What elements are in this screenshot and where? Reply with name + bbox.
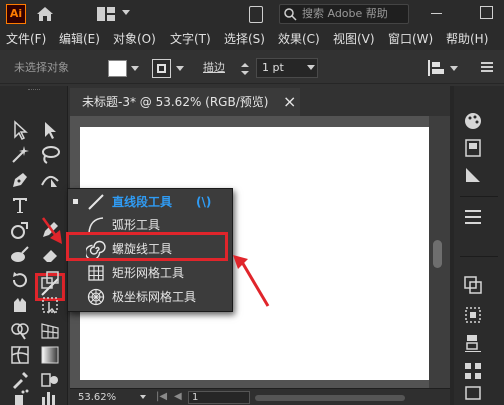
- search-placeholder: 搜索 Adobe 帮助: [302, 7, 388, 20]
- workspace-layout-icon[interactable]: [96, 6, 116, 22]
- curvature-tool-icon[interactable]: [39, 169, 61, 191]
- page-number-field[interactable]: 1: [188, 391, 250, 404]
- shape-builder-tool-icon[interactable]: [9, 319, 31, 341]
- stroke-weight-input[interactable]: 1 pt: [256, 58, 318, 78]
- document-tab[interactable]: 未标题-3* @ 53.62% (RGB/预览) ×: [70, 88, 300, 116]
- zoom-level-field[interactable]: 53.62%: [78, 391, 136, 405]
- chevron-down-icon[interactable]: [176, 66, 184, 71]
- free-transform-tool-icon[interactable]: [39, 294, 61, 316]
- tools-panel: [0, 86, 68, 405]
- menu-object[interactable]: 对象(O): [113, 28, 156, 50]
- stroke-label[interactable]: 描边: [203, 52, 225, 84]
- chevron-down-icon[interactable]: [140, 395, 146, 399]
- flyout-item-label: 极坐标网格工具: [112, 290, 197, 304]
- menu-edit[interactable]: 编辑(E): [59, 28, 100, 50]
- stroke-square-icon: [157, 64, 166, 73]
- fill-color-swatch[interactable]: [108, 60, 127, 77]
- chevron-down-icon[interactable]: [131, 66, 139, 71]
- flyout-item-polar-grid[interactable]: 极坐标网格工具: [68, 285, 232, 309]
- rotate-tool-icon[interactable]: [9, 269, 31, 291]
- first-page-icon[interactable]: |◀: [156, 391, 167, 403]
- align-icon[interactable]: [426, 58, 446, 78]
- menu-bar: 文件(F) 编辑(E) 对象(O) 文字(T) 选择(S) 效果(C) 视图(V…: [0, 28, 504, 50]
- control-bar: 未选择对象 描边 1 pt: [0, 52, 504, 84]
- previous-page-icon[interactable]: ◀: [174, 391, 182, 403]
- right-panel-dock: [454, 86, 504, 405]
- document-tab-title: 未标题-3* @ 53.62% (RGB/预览): [82, 95, 269, 109]
- gradient-panel-icon[interactable]: [462, 164, 484, 186]
- mesh-tool-icon[interactable]: [9, 344, 31, 366]
- selection-status: 未选择对象: [14, 61, 69, 74]
- maximize-button[interactable]: [480, 6, 493, 19]
- stroke-color-swatch[interactable]: [152, 59, 171, 78]
- selection-tool-icon[interactable]: [9, 119, 31, 141]
- flyout-item-label: 直线段工具: [112, 195, 173, 209]
- search-icon: [284, 8, 297, 21]
- flyout-item-label: 矩形网格工具: [112, 266, 185, 280]
- symbol-sprayer-tool-icon[interactable]: [9, 387, 31, 405]
- flyout-item-rectangular-grid[interactable]: 矩形网格工具: [68, 261, 232, 285]
- scale-tool-icon[interactable]: [39, 269, 61, 291]
- pencil-tool-icon[interactable]: [39, 219, 61, 241]
- distribute-icon[interactable]: [462, 360, 484, 382]
- menu-file[interactable]: 文件(F): [6, 28, 46, 50]
- line-segment-icon: [86, 192, 106, 212]
- puppet-warp-tool-icon[interactable]: [9, 294, 31, 316]
- menu-window[interactable]: 窗口(W): [388, 28, 433, 50]
- magic-wand-tool-icon[interactable]: [9, 144, 31, 166]
- flyout-item-line-segment[interactable]: 直线段工具 (\): [68, 190, 232, 214]
- app-logo: Ai: [6, 4, 26, 24]
- color-palette-icon[interactable]: [462, 110, 484, 132]
- home-icon[interactable]: [36, 6, 54, 22]
- layers-icon[interactable]: [462, 206, 484, 228]
- chevron-down-icon[interactable]: [122, 10, 130, 16]
- dock-separator: [460, 256, 498, 257]
- highlight-frame: [66, 232, 228, 261]
- scrollbar-thumb[interactable]: [433, 240, 442, 268]
- shaper-tool-icon[interactable]: [9, 219, 31, 241]
- title-bar: Ai 搜索 Adobe 帮助: [0, 0, 504, 28]
- stepper-icon[interactable]: [237, 61, 253, 77]
- eraser-tool-icon[interactable]: [39, 244, 61, 266]
- document-icon[interactable]: [249, 6, 263, 23]
- artboards-icon[interactable]: [462, 382, 484, 404]
- stroke-weight-value: 1 pt: [262, 61, 284, 74]
- rectangular-grid-icon: [86, 263, 106, 283]
- align-panel-icon[interactable]: [462, 304, 484, 326]
- flyout-item-shortcut: (\): [196, 195, 212, 209]
- gradient-tool-icon[interactable]: [39, 344, 61, 366]
- chevron-down-icon[interactable]: [307, 65, 315, 70]
- status-bar: 53.62% |◀ ◀ 1: [70, 388, 450, 405]
- menu-help[interactable]: 帮助(H): [446, 28, 488, 50]
- minimize-button[interactable]: [431, 13, 442, 14]
- horizontal-scrollbar-thumb[interactable]: [255, 395, 405, 401]
- dock-separator: [460, 196, 498, 197]
- menu-select[interactable]: 选择(S): [224, 28, 265, 50]
- blob-brush-tool-icon[interactable]: [9, 244, 31, 266]
- active-bullet: [73, 199, 78, 204]
- direct-selection-tool-icon[interactable]: [39, 119, 61, 141]
- chevron-down-icon[interactable]: [450, 66, 458, 71]
- polar-grid-icon: [86, 287, 106, 307]
- swatches-icon[interactable]: [462, 137, 484, 159]
- menu-type[interactable]: 文字(T): [170, 28, 211, 50]
- menu-view[interactable]: 视图(V): [333, 28, 375, 50]
- transform-icon[interactable]: [462, 274, 484, 296]
- column-graph-tool-icon[interactable]: [39, 387, 61, 405]
- pen-tool-icon[interactable]: [9, 169, 31, 191]
- lasso-tool-icon[interactable]: [39, 144, 61, 166]
- type-tool-icon[interactable]: [9, 194, 31, 216]
- panel-menu-icon[interactable]: [481, 61, 493, 73]
- pathfinder-icon[interactable]: [462, 332, 484, 354]
- perspective-grid-tool-icon[interactable]: [39, 319, 61, 341]
- search-input[interactable]: 搜索 Adobe 帮助: [279, 4, 409, 24]
- menu-effect[interactable]: 效果(C): [278, 28, 320, 50]
- close-icon[interactable]: ×: [283, 92, 296, 112]
- panel-grip[interactable]: [28, 89, 40, 91]
